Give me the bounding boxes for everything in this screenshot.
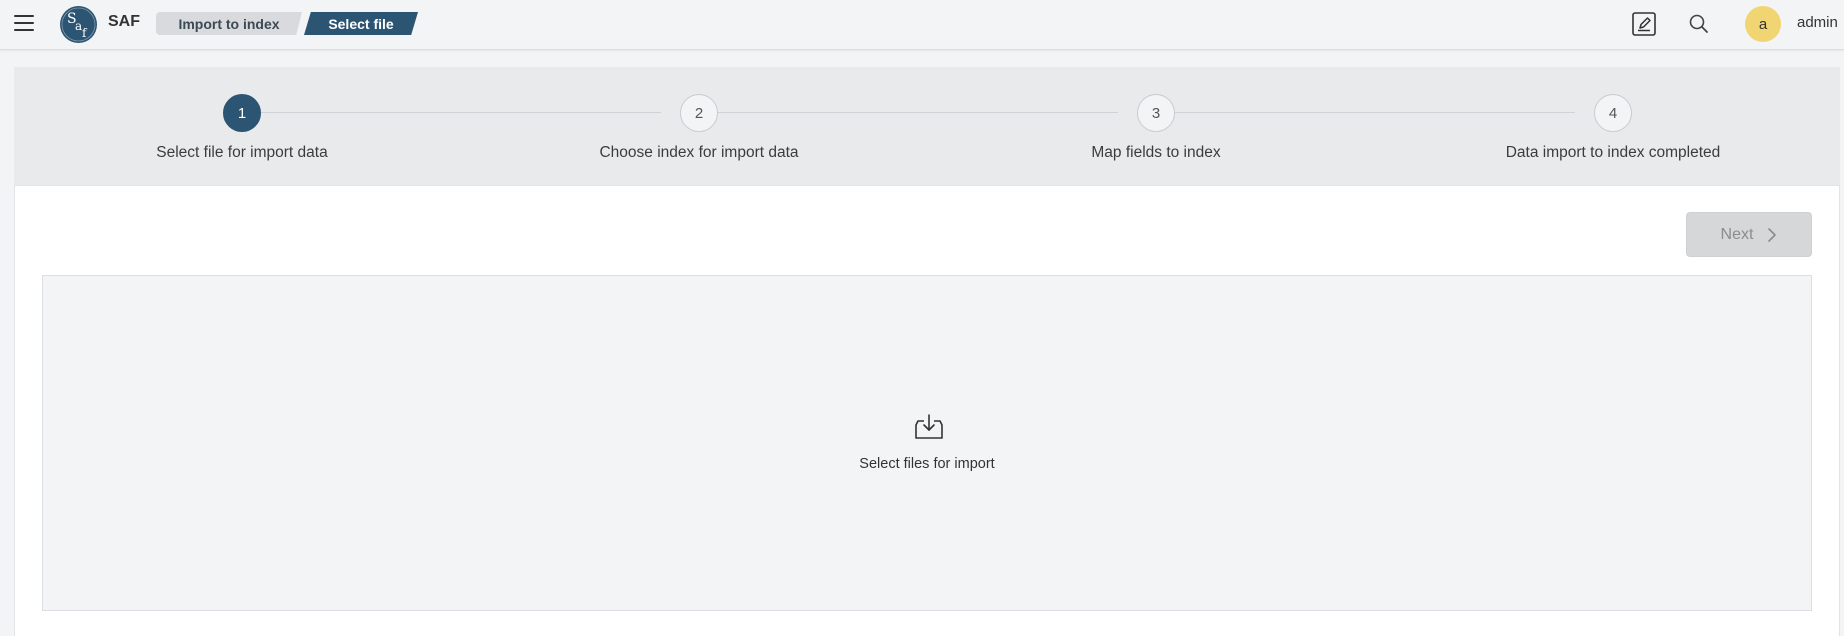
file-dropzone[interactable]: Select files for import	[42, 275, 1812, 611]
step-number: 1	[223, 94, 261, 132]
breadcrumb-select-file[interactable]: Select file	[304, 12, 418, 35]
svg-text:f: f	[82, 26, 88, 40]
next-button[interactable]: Next	[1686, 212, 1812, 257]
step-number: 2	[680, 94, 718, 132]
import-stepper: 1 Select file for import data 2 Choose i…	[14, 67, 1840, 185]
download-tray-icon	[915, 414, 943, 439]
step-number: 3	[1137, 94, 1175, 132]
step-label: Data import to index completed	[1505, 144, 1721, 161]
search-icon[interactable]	[1686, 11, 1712, 37]
step-3: 3 Map fields to index	[946, 94, 1366, 162]
step-label: Select file for import data	[156, 144, 328, 161]
step-number: 4	[1594, 94, 1632, 132]
top-bar: S a f SAF Import to index Select file a …	[0, 0, 1844, 50]
logo: S a f	[60, 6, 97, 43]
edit-icon[interactable]	[1631, 11, 1657, 37]
step-2: 2 Choose index for import data	[489, 94, 909, 162]
chevron-right-icon	[1768, 227, 1777, 242]
avatar[interactable]: a	[1745, 6, 1781, 42]
step-4: 4 Data import to index completed	[1403, 94, 1823, 162]
step-label: Choose index for import data	[599, 144, 799, 161]
breadcrumb-import-to-index[interactable]: Import to index	[156, 12, 302, 35]
menu-icon[interactable]	[12, 13, 36, 33]
app-name: SAF	[108, 13, 140, 30]
step-1: 1 Select file for import data	[32, 94, 452, 162]
step-label: Map fields to index	[1091, 144, 1221, 161]
next-button-label: Next	[1720, 225, 1754, 243]
username[interactable]: admin	[1797, 14, 1838, 31]
dropzone-label: Select files for import	[859, 456, 995, 472]
